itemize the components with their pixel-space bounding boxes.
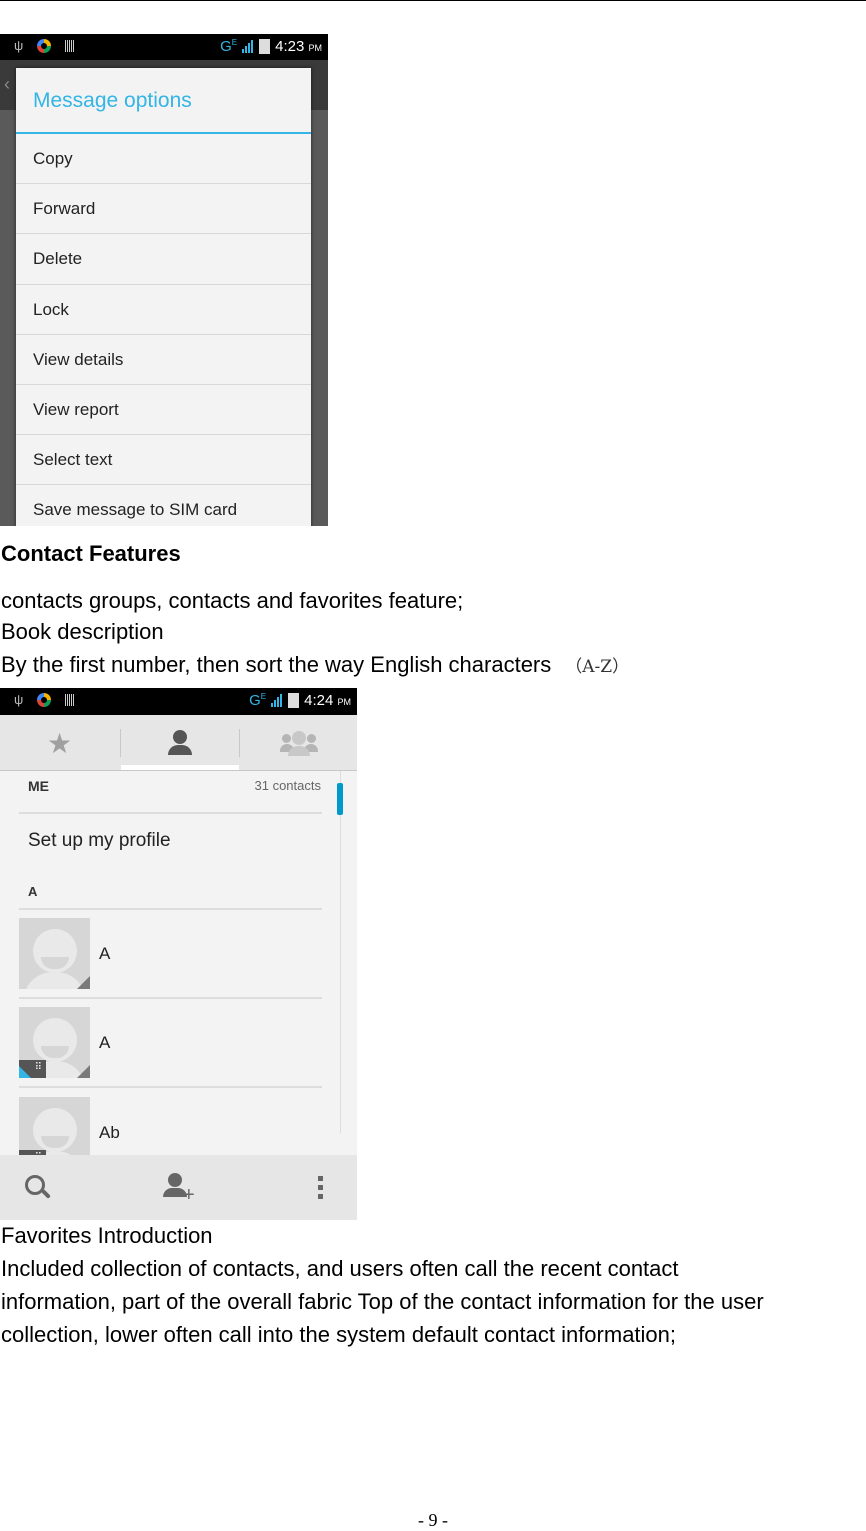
menu-item-view-report[interactable]: View report: [16, 385, 311, 436]
contacts-screenshot: ψ GE 4:24 PM ★ ME 31 contacts Set up my …: [0, 688, 357, 1220]
signal-icon: [271, 694, 283, 707]
signal-icon: [242, 40, 254, 53]
search-icon: [24, 1174, 51, 1201]
body-line: Included collection of contacts, and use…: [1, 1256, 679, 1281]
contact-name: Ab: [99, 1123, 120, 1142]
scrollbar-track[interactable]: [340, 771, 341, 1133]
section-heading: Contact Features: [1, 541, 181, 566]
page-number: - 9 -: [418, 1510, 448, 1530]
barcode-icon: [65, 693, 75, 706]
divider: [19, 1086, 322, 1088]
menu-item-delete[interactable]: Delete: [16, 234, 311, 285]
add-contact-button[interactable]: +: [150, 1155, 210, 1220]
add-contact-icon: +: [163, 1172, 197, 1205]
bottom-action-bar: +: [0, 1155, 357, 1220]
message-options-dialog: Message options Copy Forward Delete Lock…: [16, 68, 311, 526]
body-line-text: By the first number, then sort the way E…: [1, 652, 552, 677]
sim-card-icon: ⠿: [19, 1060, 46, 1078]
menu-item-save-to-sim[interactable]: Save message to SIM card: [16, 485, 311, 526]
battery-icon: [259, 39, 271, 54]
menu-item-forward[interactable]: Forward: [16, 184, 311, 235]
search-button[interactable]: [10, 1155, 65, 1220]
person-icon: [167, 730, 192, 756]
app-notification-icon: [37, 38, 52, 53]
divider: [19, 997, 322, 999]
message-options-screenshot: ψ GE 4:23 PM ‹ Message options Copy Forw…: [0, 34, 328, 526]
az-note: （A-Z）: [565, 657, 630, 677]
usb-icon: ψ: [14, 38, 24, 53]
contact-count: 31 contacts: [254, 778, 322, 793]
tab-groups[interactable]: [239, 715, 357, 771]
body-line: Book description: [1, 619, 164, 644]
clock: 4:23 PM: [275, 38, 322, 55]
avatar: ⠿: [19, 1007, 90, 1078]
network-type-icon: GE: [249, 692, 267, 709]
body-line: collection, lower often call into the sy…: [1, 1322, 677, 1347]
section-letter: A: [28, 884, 38, 899]
barcode-icon: [65, 39, 75, 52]
menu-item-select-text[interactable]: Select text: [16, 435, 311, 486]
star-icon: ★: [46, 727, 73, 759]
tab-all-contacts[interactable]: [120, 715, 239, 771]
menu-item-copy[interactable]: Copy: [16, 134, 311, 185]
battery-icon: [288, 693, 300, 708]
set-up-profile-item[interactable]: Set up my profile: [28, 830, 171, 852]
body-line: By the first number, then sort the way E…: [1, 652, 629, 680]
contact-row[interactable]: A: [19, 918, 322, 990]
contact-row[interactable]: ⠿ A: [19, 1007, 322, 1079]
dialog-title: Message options: [16, 68, 311, 134]
contact-name: A: [99, 944, 111, 963]
me-header: ME: [28, 778, 49, 794]
body-line: information, part of the overall fabric …: [1, 1289, 764, 1314]
app-notification-icon: [37, 692, 52, 707]
usb-icon: ψ: [14, 692, 24, 707]
avatar: [19, 918, 90, 989]
status-bar: ψ GE 4:24 PM: [0, 688, 357, 715]
back-chevron-icon[interactable]: ‹: [4, 74, 10, 95]
overflow-menu-button[interactable]: [300, 1155, 340, 1220]
scrollbar-thumb[interactable]: [337, 783, 343, 815]
favorites-title: Favorites Introduction: [1, 1223, 213, 1248]
clock: 4:24 PM: [304, 692, 351, 709]
contacts-tabs: ★: [0, 715, 357, 771]
divider: [19, 908, 322, 910]
menu-item-lock[interactable]: Lock: [16, 285, 311, 335]
overflow-menu-icon: [317, 1176, 323, 1199]
menu-item-view-details[interactable]: View details: [16, 335, 311, 385]
status-bar: ψ GE 4:23 PM: [0, 34, 328, 60]
group-icon: [279, 730, 318, 756]
divider: [19, 812, 322, 814]
tab-favorites[interactable]: ★: [0, 715, 119, 771]
contact-name: A: [99, 1033, 111, 1052]
selected-tab-indicator: [121, 765, 239, 770]
network-type-icon: GE: [220, 38, 238, 55]
body-line: contacts groups, contacts and favorites …: [1, 588, 464, 613]
page-top-rule: [0, 0, 866, 1]
